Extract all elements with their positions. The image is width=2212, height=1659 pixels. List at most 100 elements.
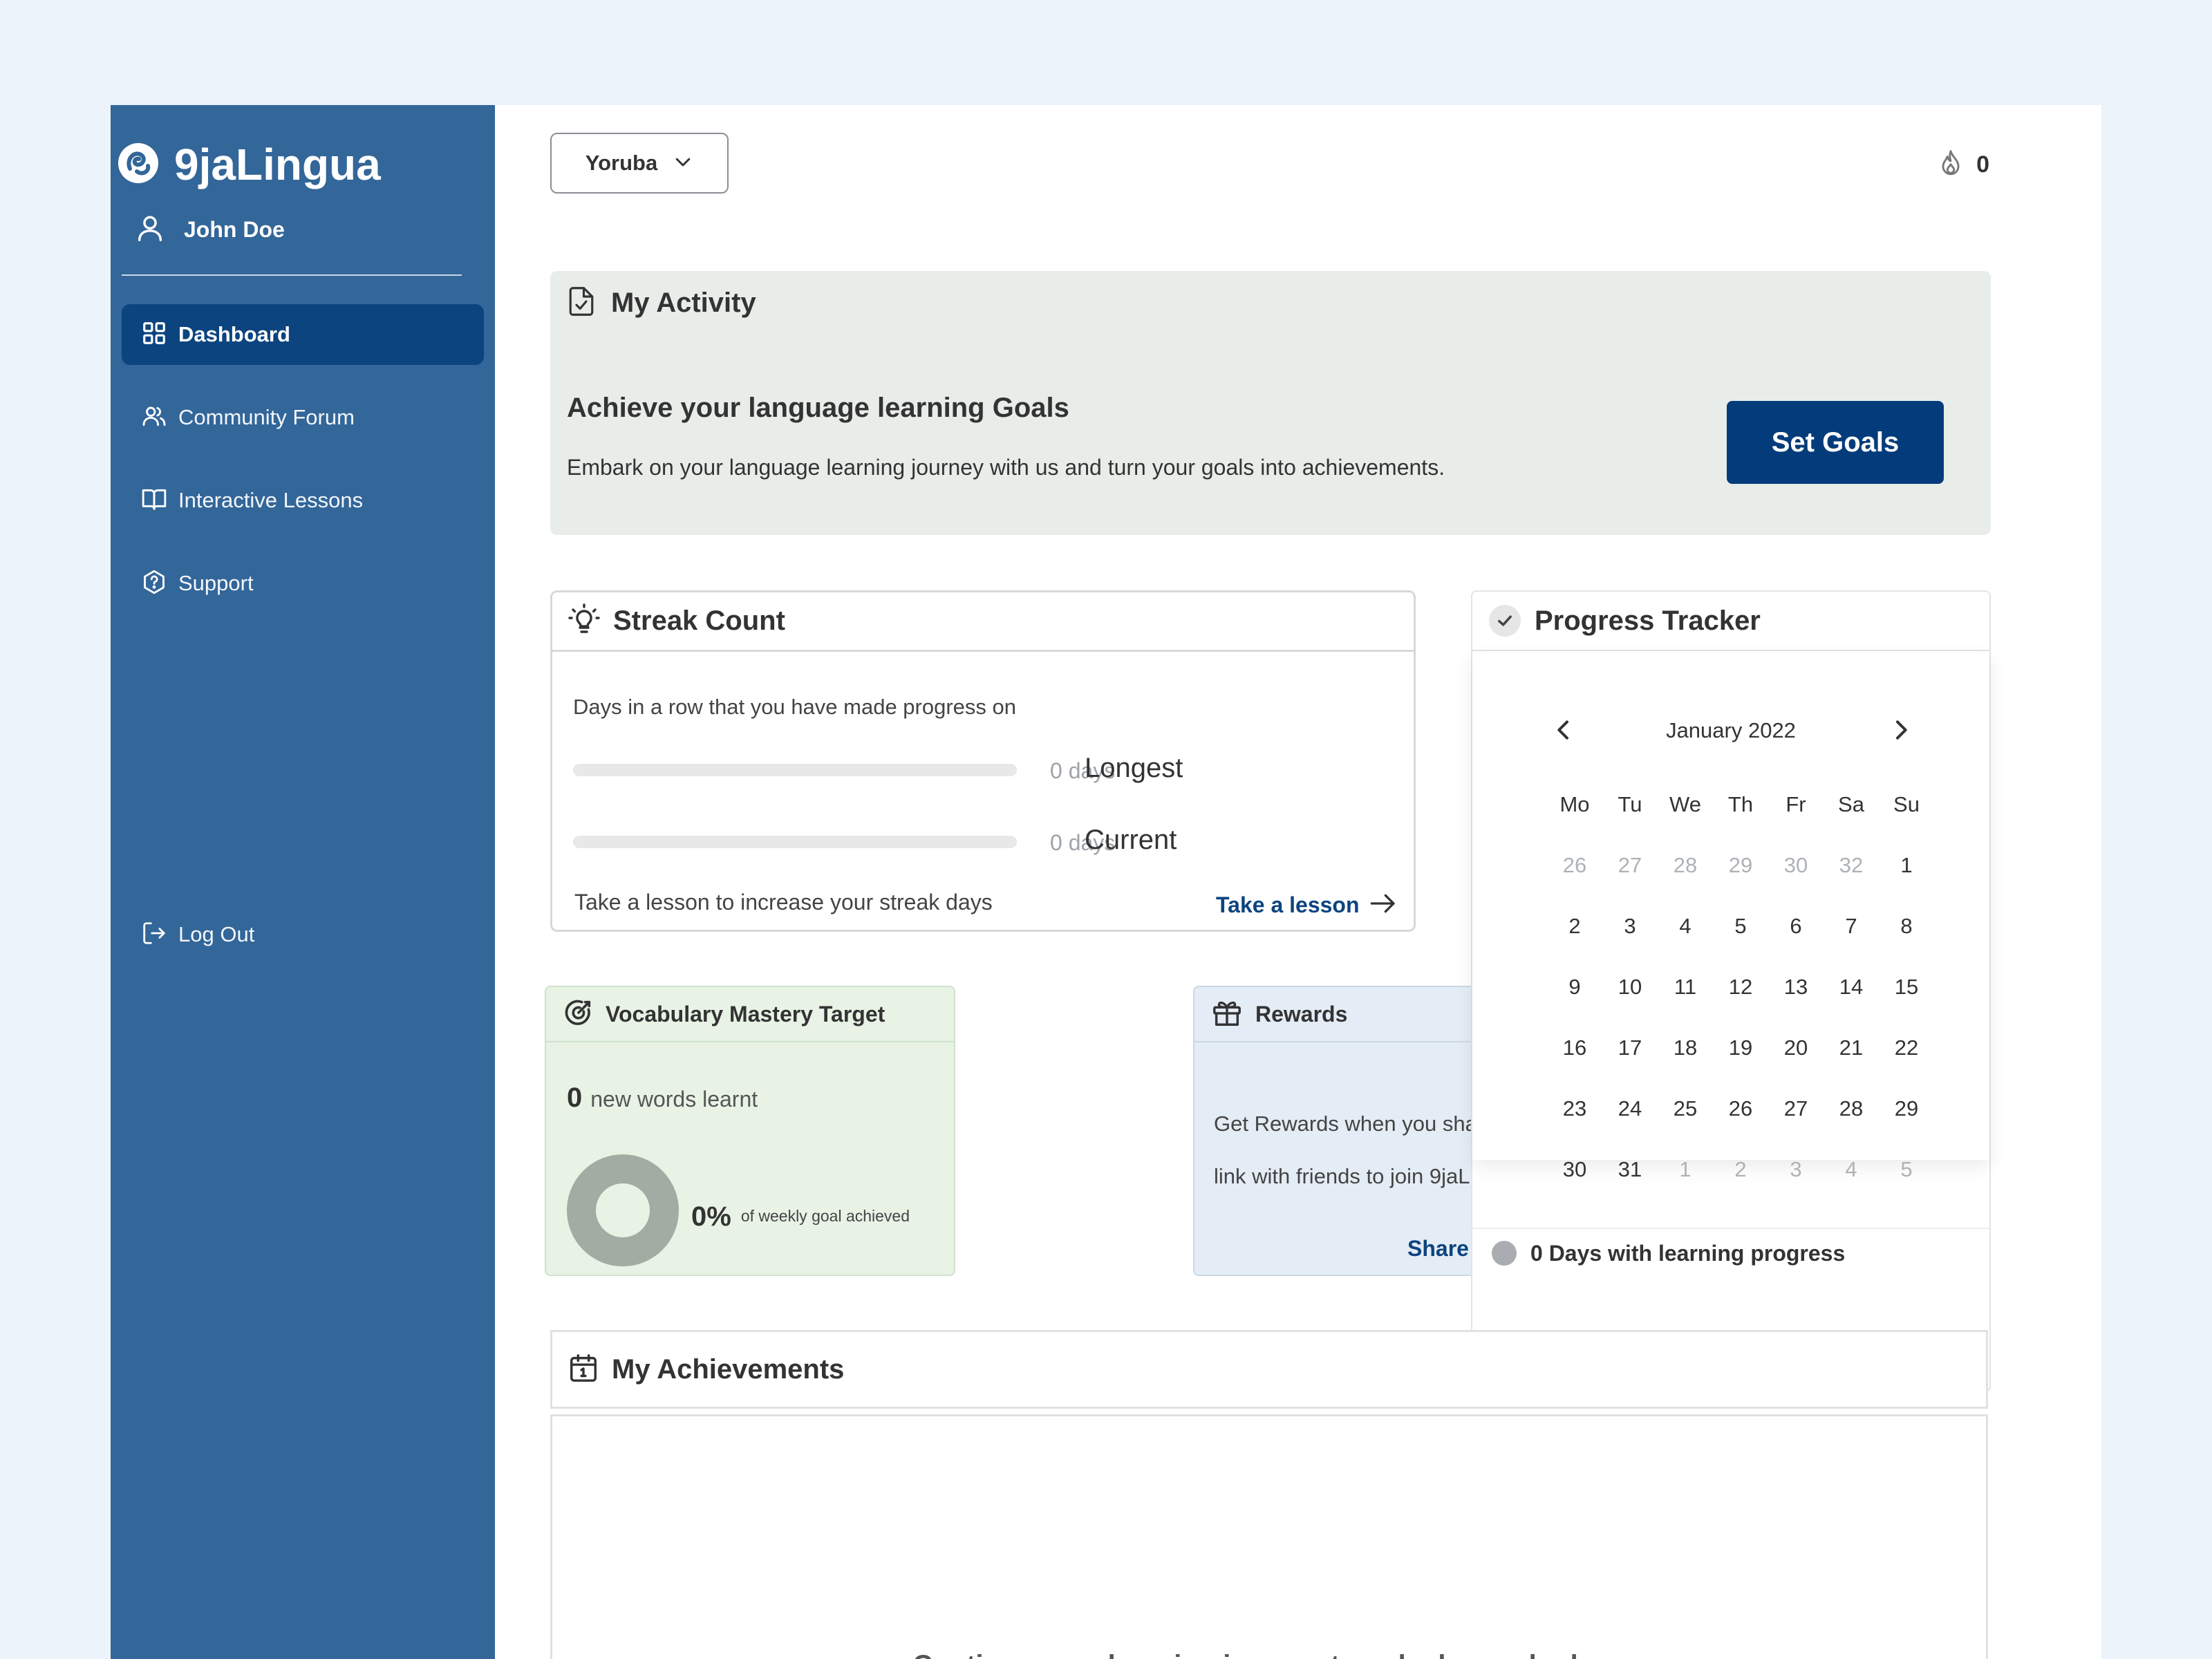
book-icon: [141, 486, 167, 516]
calendar-day[interactable]: 29: [1879, 1096, 1934, 1121]
rewards-title: Rewards: [1255, 1001, 1348, 1027]
calendar-day[interactable]: 27: [1602, 853, 1658, 878]
streak-indicator[interactable]: 0: [1938, 148, 1989, 181]
user-icon: [134, 212, 166, 247]
lightbulb-icon: [568, 603, 601, 639]
take-a-lesson-link[interactable]: Take a lesson: [1216, 891, 1397, 919]
calendar-day[interactable]: 10: [1602, 975, 1658, 1000]
calendar-day[interactable]: 28: [1658, 853, 1713, 878]
calendar-day[interactable]: 7: [1824, 914, 1879, 939]
calendar-day[interactable]: 23: [1547, 1096, 1602, 1121]
calendar-day[interactable]: 12: [1713, 975, 1768, 1000]
logout-button[interactable]: Log Out: [122, 904, 484, 965]
calendar-weekday: Mo: [1559, 792, 1590, 816]
language-select[interactable]: Yoruba: [550, 133, 729, 194]
sidebar-item-community-forum[interactable]: Community Forum: [122, 387, 484, 448]
calendar-weekday: Tu: [1618, 792, 1642, 816]
chevron-right-icon: [1896, 720, 1907, 740]
vocabulary-mastery-card: Vocabulary Mastery Target 0 new words le…: [545, 986, 955, 1276]
calendar-day[interactable]: 26: [1547, 853, 1602, 878]
my-activity-header: My Activity: [567, 286, 756, 319]
calendar-day[interactable]: 20: [1768, 1035, 1824, 1060]
calendar-day[interactable]: 18: [1658, 1035, 1713, 1060]
calendar-day[interactable]: 3: [1602, 914, 1658, 939]
logout-icon: [141, 920, 167, 950]
calendar-day[interactable]: 1: [1879, 853, 1934, 878]
my-activity-title: My Activity: [611, 287, 756, 318]
words-learnt-count: 0: [567, 1082, 583, 1113]
sidebar-item-label: Community Forum: [178, 405, 355, 429]
calendar-day[interactable]: 6: [1768, 914, 1824, 939]
calendar-day[interactable]: 27: [1768, 1096, 1824, 1121]
user-name: John Doe: [184, 216, 285, 242]
calendar-week-row: 2345678: [1547, 896, 1934, 957]
calendar-day[interactable]: 28: [1824, 1096, 1879, 1121]
calendar-grid: Mo Tu We Th Fr Sa Su 26 27 28 29 30 32 1 2 3 4 5 6 7 8 9 10 11…: [1547, 774, 1934, 1200]
my-activity-card: My Activity Achieve your language learni…: [550, 271, 1991, 535]
calendar-day[interactable]: 5: [1879, 1157, 1934, 1182]
calendar-day[interactable]: 11: [1658, 975, 1713, 1000]
sidebar-item-interactive-lessons[interactable]: Interactive Lessons: [122, 470, 484, 531]
calendar-week-row: 26 27 28 29 30 32 1: [1547, 835, 1934, 896]
sidebar-item-label: Support: [178, 571, 254, 595]
sidebar-item-support[interactable]: Support: [122, 553, 484, 614]
calendar-week-row: 16 17 18 19 20 21 22: [1547, 1018, 1934, 1078]
calendar-day[interactable]: 2: [1547, 914, 1602, 939]
streak-tip: Take a lesson to increase your streak da…: [574, 890, 993, 915]
calendar-day[interactable]: 14: [1824, 975, 1879, 1000]
weekly-goal-label: of weekly goal achieved: [740, 1207, 910, 1225]
status-dot: [1492, 1241, 1517, 1266]
calendar-day[interactable]: 25: [1658, 1096, 1713, 1121]
calendar-day[interactable]: 4: [1824, 1157, 1879, 1182]
calendar-day[interactable]: 16: [1547, 1035, 1602, 1060]
calendar-next-button[interactable]: [1887, 716, 1915, 744]
calendar-day[interactable]: 24: [1602, 1096, 1658, 1121]
main-content: Yoruba 0 My Activity Achieve your langua…: [495, 105, 2101, 1659]
calendar-day[interactable]: 9: [1547, 975, 1602, 1000]
brand[interactable]: 9jaLingua: [116, 137, 381, 192]
calendar-day[interactable]: 4: [1658, 914, 1713, 939]
app-window: 9jaLingua John Doe Dashboard Community F…: [111, 105, 2101, 1659]
calendar-day[interactable]: 17: [1602, 1035, 1658, 1060]
current-streak-label: Current: [1085, 825, 1177, 855]
calendar-day[interactable]: 30: [1768, 853, 1824, 878]
my-achievements-header: My Achievements: [550, 1330, 1988, 1409]
calendar-day[interactable]: 29: [1713, 853, 1768, 878]
calendar-day[interactable]: 19: [1713, 1035, 1768, 1060]
calendar-day[interactable]: 8: [1879, 914, 1934, 939]
calendar-day[interactable]: 21: [1824, 1035, 1879, 1060]
take-a-lesson-label: Take a lesson: [1216, 892, 1360, 917]
goal-title: Achieve your language learning Goals: [567, 393, 1069, 423]
calendar-day[interactable]: 32: [1824, 853, 1879, 878]
calendar-day[interactable]: 31: [1602, 1157, 1658, 1182]
logout-label: Log Out: [178, 922, 255, 946]
weekly-goal-donut: [567, 1154, 679, 1266]
calendar-day[interactable]: 15: [1879, 975, 1934, 1000]
longest-streak-bar: [573, 764, 1017, 776]
sidebar-item-dashboard[interactable]: Dashboard: [122, 304, 484, 365]
calendar-day[interactable]: 30: [1547, 1157, 1602, 1182]
streak-count-card: Streak Count Days in a row that you have…: [550, 590, 1416, 932]
calendar-day[interactable]: 3: [1768, 1157, 1824, 1182]
calendar-day[interactable]: 2: [1713, 1157, 1768, 1182]
grid-icon: [141, 320, 167, 350]
calendar-week-row: 23 24 25 26 27 28 29: [1547, 1078, 1934, 1139]
calendar-weekday-row: Mo Tu We Th Fr Sa Su: [1547, 774, 1934, 835]
language-select-value: Yoruba: [585, 151, 658, 175]
help-hexagon-icon: [141, 569, 167, 599]
streak-subtitle: Days in a row that you have made progres…: [573, 695, 1017, 719]
user-profile[interactable]: John Doe: [134, 209, 285, 250]
chevron-down-icon: [657, 151, 693, 176]
set-goals-button[interactable]: Set Goals: [1727, 401, 1944, 484]
calendar-day[interactable]: 13: [1768, 975, 1824, 1000]
calendar-day[interactable]: 5: [1713, 914, 1768, 939]
current-streak-bar: [573, 836, 1017, 848]
calendar-day[interactable]: 1: [1658, 1157, 1713, 1182]
achievements-empty-message: Continue your learning journey to unlock…: [552, 1650, 1986, 1659]
progress-tracker-header: Progress Tracker: [1472, 592, 1989, 651]
calendar-week-row: 30 31 1 2 3 4 5: [1547, 1139, 1934, 1200]
calendar-weekday: We: [1669, 792, 1701, 816]
calendar-day[interactable]: 22: [1879, 1035, 1934, 1060]
learning-progress-label: 0 Days with learning progress: [1530, 1240, 1846, 1266]
calendar-day[interactable]: 26: [1713, 1096, 1768, 1121]
